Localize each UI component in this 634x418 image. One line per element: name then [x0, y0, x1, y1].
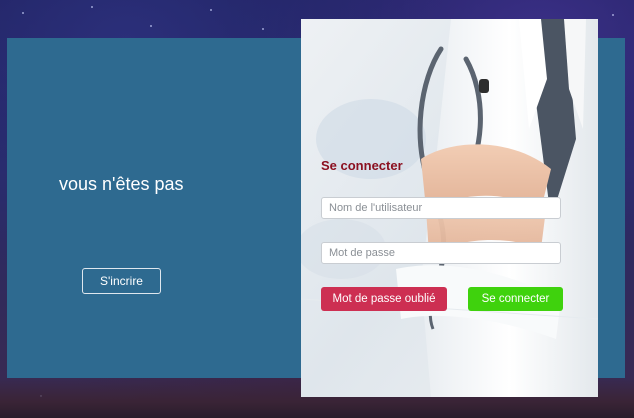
signup-button[interactable]: S'incrire: [82, 268, 161, 294]
background-star: [22, 12, 24, 14]
background-star: [91, 6, 93, 8]
background-star: [150, 25, 152, 27]
username-input[interactable]: [321, 197, 561, 219]
forgot-password-button[interactable]: Mot de passe oublié: [321, 287, 447, 311]
login-card: Se connecter Mot de passe oublié Se conn…: [301, 19, 598, 397]
login-title: Se connecter: [321, 158, 403, 173]
panel-message: vous n'êtes pas: [59, 174, 184, 194]
background-star: [210, 9, 212, 11]
background-star: [262, 28, 264, 30]
page-background: vous n'êtes pas S'incrire Se connecter N…: [0, 0, 634, 418]
background-star: [612, 14, 614, 16]
password-input[interactable]: [321, 242, 561, 264]
login-button[interactable]: Se connecter: [468, 287, 563, 311]
